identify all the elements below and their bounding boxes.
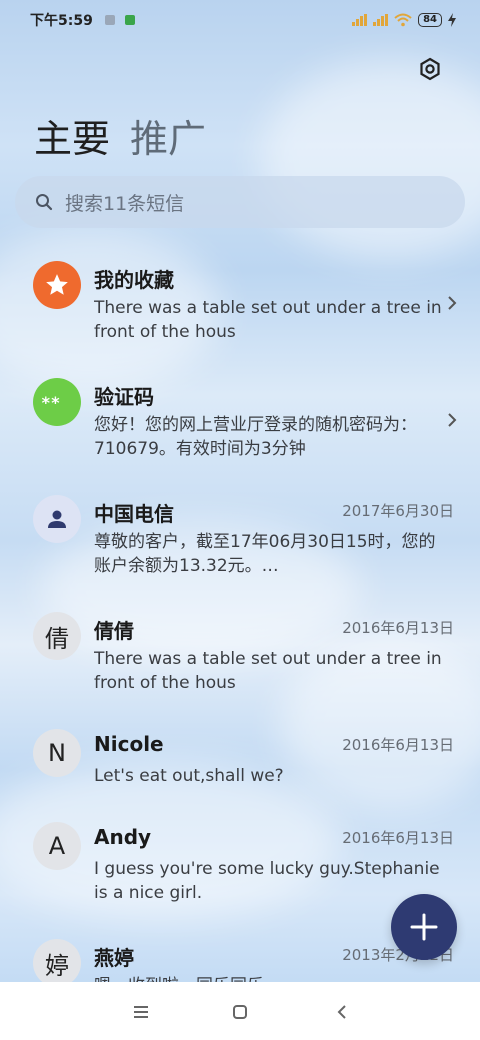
person-icon [48, 510, 66, 528]
chevron-right-icon [448, 296, 457, 310]
avatar [33, 261, 81, 309]
status-time: 下午5:59 [30, 13, 93, 29]
avatar: 婷 [33, 939, 81, 982]
password-icon: **_ [41, 395, 70, 409]
avatar [33, 495, 81, 543]
chevron-right-icon [448, 413, 457, 427]
conversation-verification[interactable]: **_ 验证码 您好！您的网上营业厅登录的随机密码为：710679。有效时间为3… [0, 365, 480, 475]
back-icon [337, 1005, 346, 1019]
battery-indicator: 84 [418, 13, 442, 27]
conversation-preview: There was a table set out under a tree i… [94, 649, 442, 693]
conversation-preview: Let's eat out,shall we? [94, 766, 284, 786]
signal-icon [352, 14, 368, 26]
avatar: N [33, 729, 81, 777]
conversation-date: 2016年6月13日 [342, 736, 454, 754]
app-notification-icon [124, 15, 135, 25]
conversation-name: 验证码 [94, 385, 154, 409]
conversation-name: Nicole [94, 732, 164, 756]
settings-icon [420, 57, 440, 81]
avatar: **_ [33, 378, 81, 426]
system-nav-bar [0, 982, 480, 1040]
compose-button[interactable] [391, 894, 457, 960]
wifi-icon [394, 13, 412, 27]
conversation-date: 2016年6月13日 [342, 619, 454, 637]
tab-primary[interactable]: 主要 [34, 108, 110, 163]
conversation-qianqian[interactable]: 倩 倩倩 2016年6月13日 There was a table set ou… [0, 599, 480, 709]
search-input[interactable]: 搜索11条短信 [15, 176, 465, 228]
status-bar: 下午5:59 84 [0, 0, 480, 40]
menu-button[interactable] [129, 1000, 153, 1024]
menu-icon [134, 1006, 148, 1018]
avatar: A [33, 822, 81, 870]
avatar: 倩 [33, 612, 81, 660]
conversation-name: 倩倩 [94, 619, 134, 643]
home-icon [233, 1005, 247, 1019]
conversation-name: Andy [94, 825, 152, 849]
home-button[interactable] [228, 1000, 252, 1024]
conversation-date: 2016年6月13日 [342, 829, 454, 847]
settings-button[interactable] [417, 56, 443, 82]
conversation-date: 2017年6月30日 [342, 502, 454, 520]
conversation-name: 我的收藏 [94, 268, 174, 292]
conversation-preview: 嗯，收到啦，同乐同乐 [94, 974, 444, 982]
charging-icon [448, 13, 456, 27]
conversation-telecom[interactable]: 中国电信 2017年6月30日 尊敬的客户，截至17年06月30日15时，您的账… [0, 482, 480, 592]
tab-bar: 主要 推广 [34, 108, 206, 163]
plus-icon [410, 913, 438, 941]
conversation-preview: There was a table set out under a tree i… [94, 298, 442, 342]
signal-icon [373, 14, 389, 26]
conversation-favorites[interactable]: 我的收藏 There was a table set out under a t… [0, 248, 480, 358]
notification-icon [104, 15, 115, 25]
svg-text:**_: **_ [41, 395, 70, 409]
star-icon [46, 274, 68, 295]
search-icon [36, 194, 53, 211]
conversation-name: 燕婷 [94, 946, 134, 970]
back-button[interactable] [330, 1000, 354, 1024]
search-placeholder: 搜索11条短信 [65, 192, 185, 215]
tab-promotions[interactable]: 推广 [130, 108, 206, 163]
conversation-preview: 您好！您的网上营业厅登录的随机密码为：710679。有效时间为3分钟 [94, 415, 417, 459]
conversation-preview: I guess you're some lucky guy.Stephanie … [94, 859, 440, 903]
conversation-name: 中国电信 [94, 502, 174, 526]
conversation-preview: 尊敬的客户，截至17年06月30日15时，您的账户余额为13.32元。… [94, 532, 436, 576]
